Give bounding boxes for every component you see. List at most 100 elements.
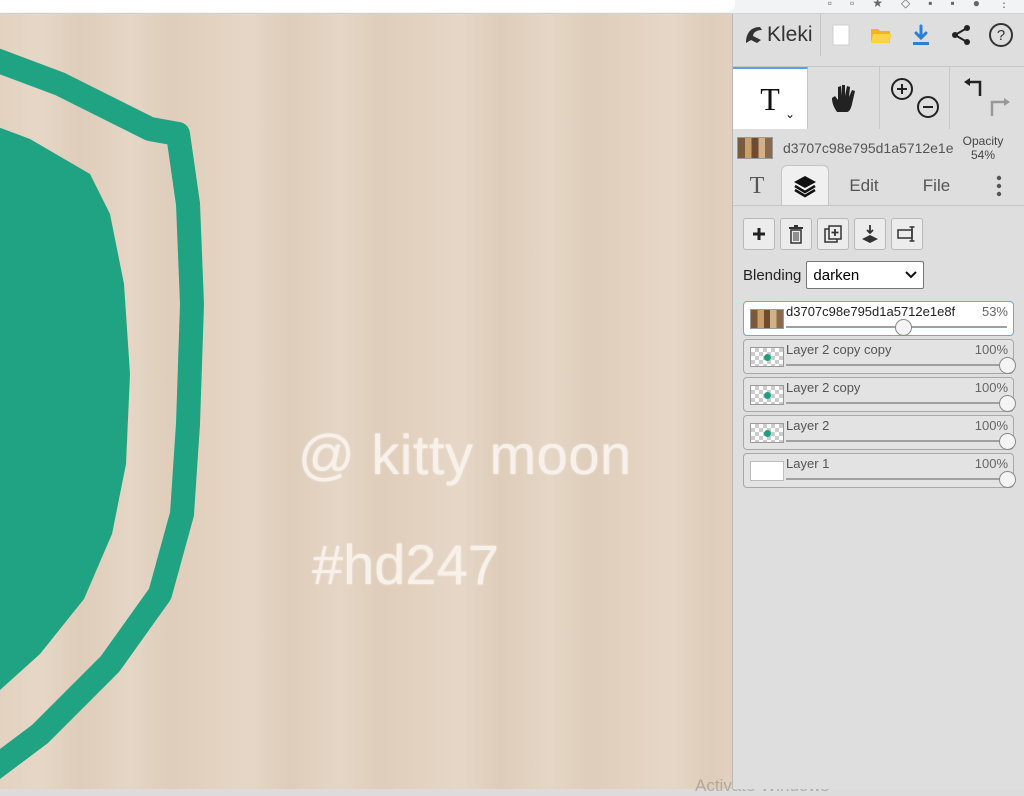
layer-opacity: 100% — [974, 456, 1008, 471]
layers-icon — [794, 175, 816, 197]
zoom-in-out-icons — [890, 78, 939, 118]
text-tool-button[interactable]: T ⌄ — [733, 67, 808, 129]
zoom-in-icon[interactable] — [890, 78, 913, 100]
opacity-label: Opacity — [962, 134, 1004, 148]
extension-icon[interactable]: ▪ — [950, 0, 954, 10]
redo-icon[interactable] — [990, 98, 1010, 116]
more-options-icon[interactable] — [974, 167, 1024, 205]
layer-name: Layer 1 — [786, 456, 830, 471]
current-layer-opacity[interactable]: Opacity 54% — [953, 134, 1013, 162]
plus-icon — [753, 228, 765, 240]
layer-opacity: 100% — [974, 342, 1008, 357]
rename-layer-button[interactable] — [891, 218, 923, 250]
blending-mode-value: darken — [813, 266, 860, 284]
help-icon: ? — [989, 23, 1013, 47]
open-file-button[interactable] — [861, 14, 901, 56]
text-tab-icon: T — [749, 172, 765, 199]
current-layer-thumbnail — [737, 137, 773, 159]
kebab-menu-icon — [996, 175, 1002, 197]
download-button[interactable] — [901, 14, 941, 56]
kleki-logo-icon — [746, 27, 762, 43]
layer-row[interactable]: Layer 2 100% — [743, 415, 1016, 450]
layer-thumbnail — [750, 461, 784, 481]
tab-edit[interactable]: Edit — [829, 167, 899, 205]
chevron-down-icon — [905, 271, 918, 279]
browser-menu-icon[interactable]: ⋮ — [998, 0, 1010, 10]
browser-extension-icons: ▫ ▫ ★ ◇ ▪ ▪ ● ⋮ — [828, 0, 1010, 10]
undo-icon[interactable] — [963, 78, 981, 96]
panel-tabs: T Edit File — [733, 165, 1024, 206]
blending-control: Blending darken — [743, 261, 925, 289]
layer-thumbnail — [750, 309, 784, 329]
extension-icon[interactable]: ▫ — [828, 0, 832, 10]
slider-handle[interactable] — [999, 433, 1016, 450]
duplicate-icon — [824, 225, 842, 243]
kleki-side-panel: Kleki ? T ⌄ d3707c98e795d1a5712e1e Opaci… — [732, 14, 1024, 789]
layer-name: d3707c98e795d1a5712e1e8f — [786, 304, 956, 319]
extension-icon[interactable]: ▫ — [850, 0, 854, 10]
hand-tool-button[interactable] — [808, 67, 880, 129]
hand-icon — [831, 85, 855, 112]
tool-row: T ⌄ — [733, 66, 1024, 129]
layer-opacity-slider[interactable] — [786, 395, 1016, 412]
layer-opacity-slider[interactable] — [786, 471, 1016, 488]
tab-text-settings[interactable]: T — [733, 167, 781, 205]
layer-row[interactable]: Layer 1 100% — [743, 453, 1016, 488]
blending-mode-select[interactable]: darken — [806, 261, 925, 289]
merge-down-icon — [862, 225, 878, 243]
layer-opacity-slider[interactable] — [786, 319, 1007, 336]
download-icon — [913, 24, 929, 45]
layer-name: Layer 2 copy copy — [786, 342, 892, 357]
slider-handle[interactable] — [999, 395, 1016, 412]
undo-redo-icons — [963, 78, 1010, 116]
open-folder-icon — [871, 29, 892, 43]
slider-handle[interactable] — [895, 319, 913, 336]
layer-row[interactable]: Layer 2 copy 100% — [743, 377, 1016, 412]
chevron-down-icon[interactable]: ⌄ — [785, 107, 795, 121]
kleki-logo[interactable]: Kleki — [733, 14, 821, 56]
layer-opacity: 53% — [981, 304, 1008, 319]
browser-toolbar-strip: ▫ ▫ ★ ◇ ▪ ▪ ● ⋮ — [0, 0, 1024, 14]
layer-opacity: 100% — [974, 418, 1008, 433]
svg-text:?: ? — [997, 27, 1005, 44]
merge-down-button[interactable] — [854, 218, 886, 250]
share-icon — [952, 25, 970, 45]
layer-opacity-slider[interactable] — [786, 357, 1016, 374]
duplicate-layer-button[interactable] — [817, 218, 849, 250]
layer-thumbnail — [750, 347, 784, 367]
new-image-icon — [832, 24, 850, 46]
canvas-text-hashtag: #hd247 — [312, 533, 499, 596]
layer-thumbnail — [750, 385, 784, 405]
tab-file[interactable]: File — [899, 167, 974, 205]
zoom-out-icon[interactable] — [916, 96, 939, 118]
text-tool-icon: T — [760, 80, 780, 117]
undo-redo-controls — [950, 67, 1024, 129]
extension-icon[interactable]: ◇ — [901, 0, 910, 10]
extension-icon[interactable]: ▪ — [928, 0, 932, 10]
tab-layers[interactable] — [781, 165, 829, 205]
drawing-canvas[interactable]: @ kitty moon #hd247 — [0, 14, 732, 789]
slider-handle[interactable] — [999, 357, 1016, 374]
layer-toolbar — [743, 218, 923, 250]
slider-handle[interactable] — [999, 471, 1016, 488]
shield-drawing — [0, 48, 204, 779]
layer-thumbnail — [750, 423, 784, 443]
top-toolbar: Kleki ? — [733, 14, 1024, 56]
layer-row[interactable]: d3707c98e795d1a5712e1e8f 53% — [743, 301, 1014, 336]
layer-opacity-slider[interactable] — [786, 433, 1016, 450]
layer-name: Layer 2 — [786, 418, 830, 433]
star-icon[interactable]: ★ — [872, 0, 883, 10]
avatar[interactable]: ● — [973, 0, 980, 10]
share-button[interactable] — [941, 14, 981, 56]
layer-opacity: 100% — [974, 380, 1008, 395]
add-layer-button[interactable] — [743, 218, 775, 250]
layer-row[interactable]: Layer 2 copy copy 100% — [743, 339, 1016, 374]
delete-layer-button[interactable] — [780, 218, 812, 250]
layer-name: Layer 2 copy — [786, 380, 861, 395]
blending-label: Blending — [743, 266, 802, 284]
rename-icon — [897, 226, 915, 242]
help-button[interactable]: ? — [981, 14, 1021, 56]
layer-list: d3707c98e795d1a5712e1e8f 53% Layer 2 cop… — [743, 301, 1016, 491]
kleki-logo-text: Kleki — [767, 23, 813, 46]
new-image-button[interactable] — [821, 14, 861, 56]
